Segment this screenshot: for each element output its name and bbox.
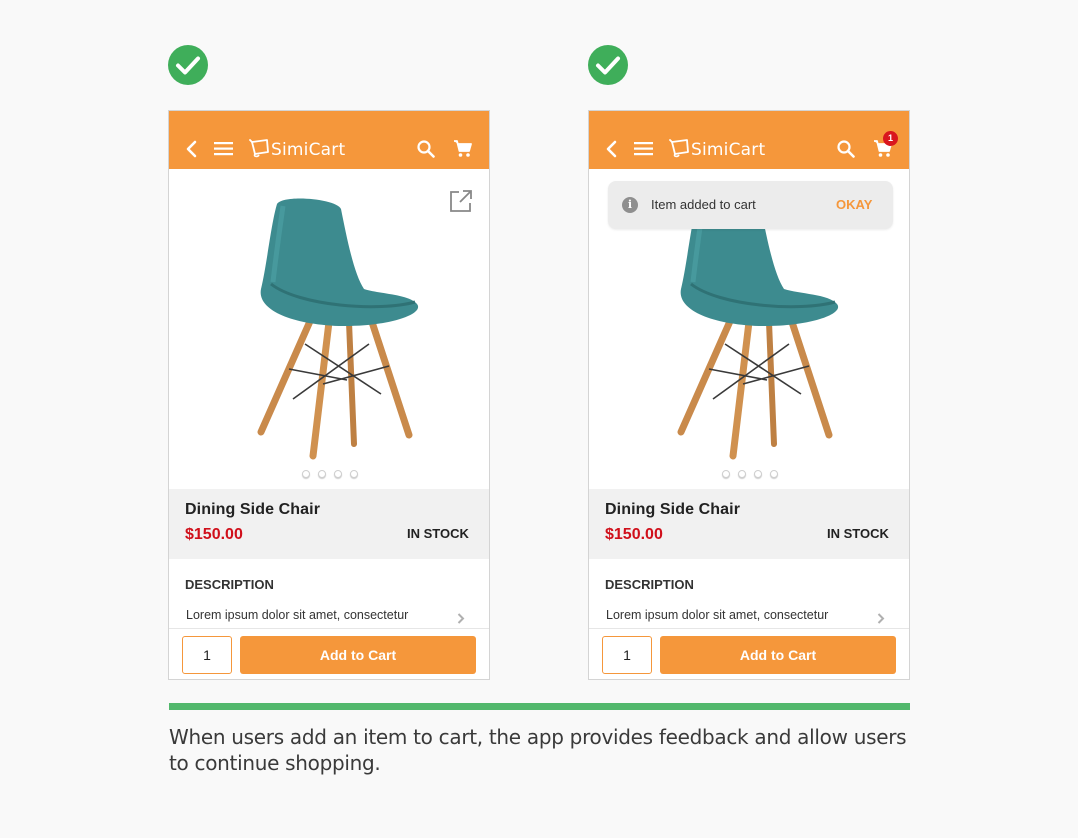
stock-status: IN STOCK xyxy=(407,526,469,541)
description-text[interactable]: Lorem ipsum dolor sit amet, consectetur xyxy=(606,608,828,622)
toast-message: Item added to cart xyxy=(651,197,756,212)
caption-text: When users add an item to cart, the app … xyxy=(169,725,907,775)
stock-status: IN STOCK xyxy=(827,526,889,541)
chevron-right-icon[interactable] xyxy=(457,613,465,624)
check-icon-right xyxy=(588,45,628,85)
quantity-input[interactable]: 1 xyxy=(602,636,652,674)
slide-indicator[interactable] xyxy=(302,470,358,478)
add-to-cart-button[interactable]: Add to Cart xyxy=(660,636,896,674)
back-icon[interactable] xyxy=(605,140,617,158)
description-text[interactable]: Lorem ipsum dolor sit amet, consectetur xyxy=(186,608,408,622)
back-icon[interactable] xyxy=(185,140,197,158)
menu-icon[interactable] xyxy=(634,141,653,156)
add-to-cart-button[interactable]: Add to Cart xyxy=(240,636,476,674)
search-icon[interactable] xyxy=(417,140,435,158)
product-image-gallery[interactable] xyxy=(169,169,489,489)
simicart-logo-icon xyxy=(249,139,269,158)
info-icon: i xyxy=(622,197,638,213)
product-image xyxy=(257,198,419,460)
product-name: Dining Side Chair xyxy=(185,501,321,518)
slide-dot[interactable] xyxy=(754,470,762,478)
cart-count-badge: 1 xyxy=(883,131,898,146)
slide-dot[interactable] xyxy=(350,470,358,478)
product-price: $150.00 xyxy=(185,526,243,543)
app-bar: SimiCart 1 xyxy=(589,111,909,169)
description-heading: DESCRIPTION xyxy=(605,577,694,592)
slide-dot[interactable] xyxy=(318,470,326,478)
product-price: $150.00 xyxy=(605,526,663,543)
product-screen-before: SimiCart Dining Side Chair $150.00 IN ST… xyxy=(168,110,490,680)
slide-dot[interactable] xyxy=(302,470,310,478)
check-icon-left xyxy=(168,45,208,85)
add-to-cart-bar: 1 Add to Cart xyxy=(169,628,489,679)
share-icon[interactable] xyxy=(449,189,473,213)
product-screen-after: SimiCart 1 i Item added to cart OKAY Din… xyxy=(588,110,910,680)
toast-okay-button[interactable]: OKAY xyxy=(836,197,872,212)
add-to-cart-bar: 1 Add to Cart xyxy=(589,628,909,679)
slide-dot[interactable] xyxy=(770,470,778,478)
description-heading: DESCRIPTION xyxy=(185,577,274,592)
slide-dot[interactable] xyxy=(334,470,342,478)
search-icon[interactable] xyxy=(837,140,855,158)
added-to-cart-toast: i Item added to cart OKAY xyxy=(608,181,893,229)
product-info: Dining Side Chair $150.00 IN STOCK xyxy=(169,489,489,559)
menu-icon[interactable] xyxy=(214,141,233,156)
product-info: Dining Side Chair $150.00 IN STOCK xyxy=(589,489,909,559)
chevron-right-icon[interactable] xyxy=(877,613,885,624)
product-name: Dining Side Chair xyxy=(605,501,741,518)
slide-indicator[interactable] xyxy=(722,470,778,478)
slide-dot[interactable] xyxy=(722,470,730,478)
app-bar: SimiCart xyxy=(169,111,489,169)
app-name: SimiCart xyxy=(691,140,766,160)
app-name: SimiCart xyxy=(271,140,346,160)
cart-icon[interactable] xyxy=(453,139,472,158)
divider-bar xyxy=(169,703,910,710)
slide-dot[interactable] xyxy=(738,470,746,478)
simicart-logo-icon xyxy=(669,139,689,158)
product-image xyxy=(677,198,839,460)
quantity-input[interactable]: 1 xyxy=(182,636,232,674)
